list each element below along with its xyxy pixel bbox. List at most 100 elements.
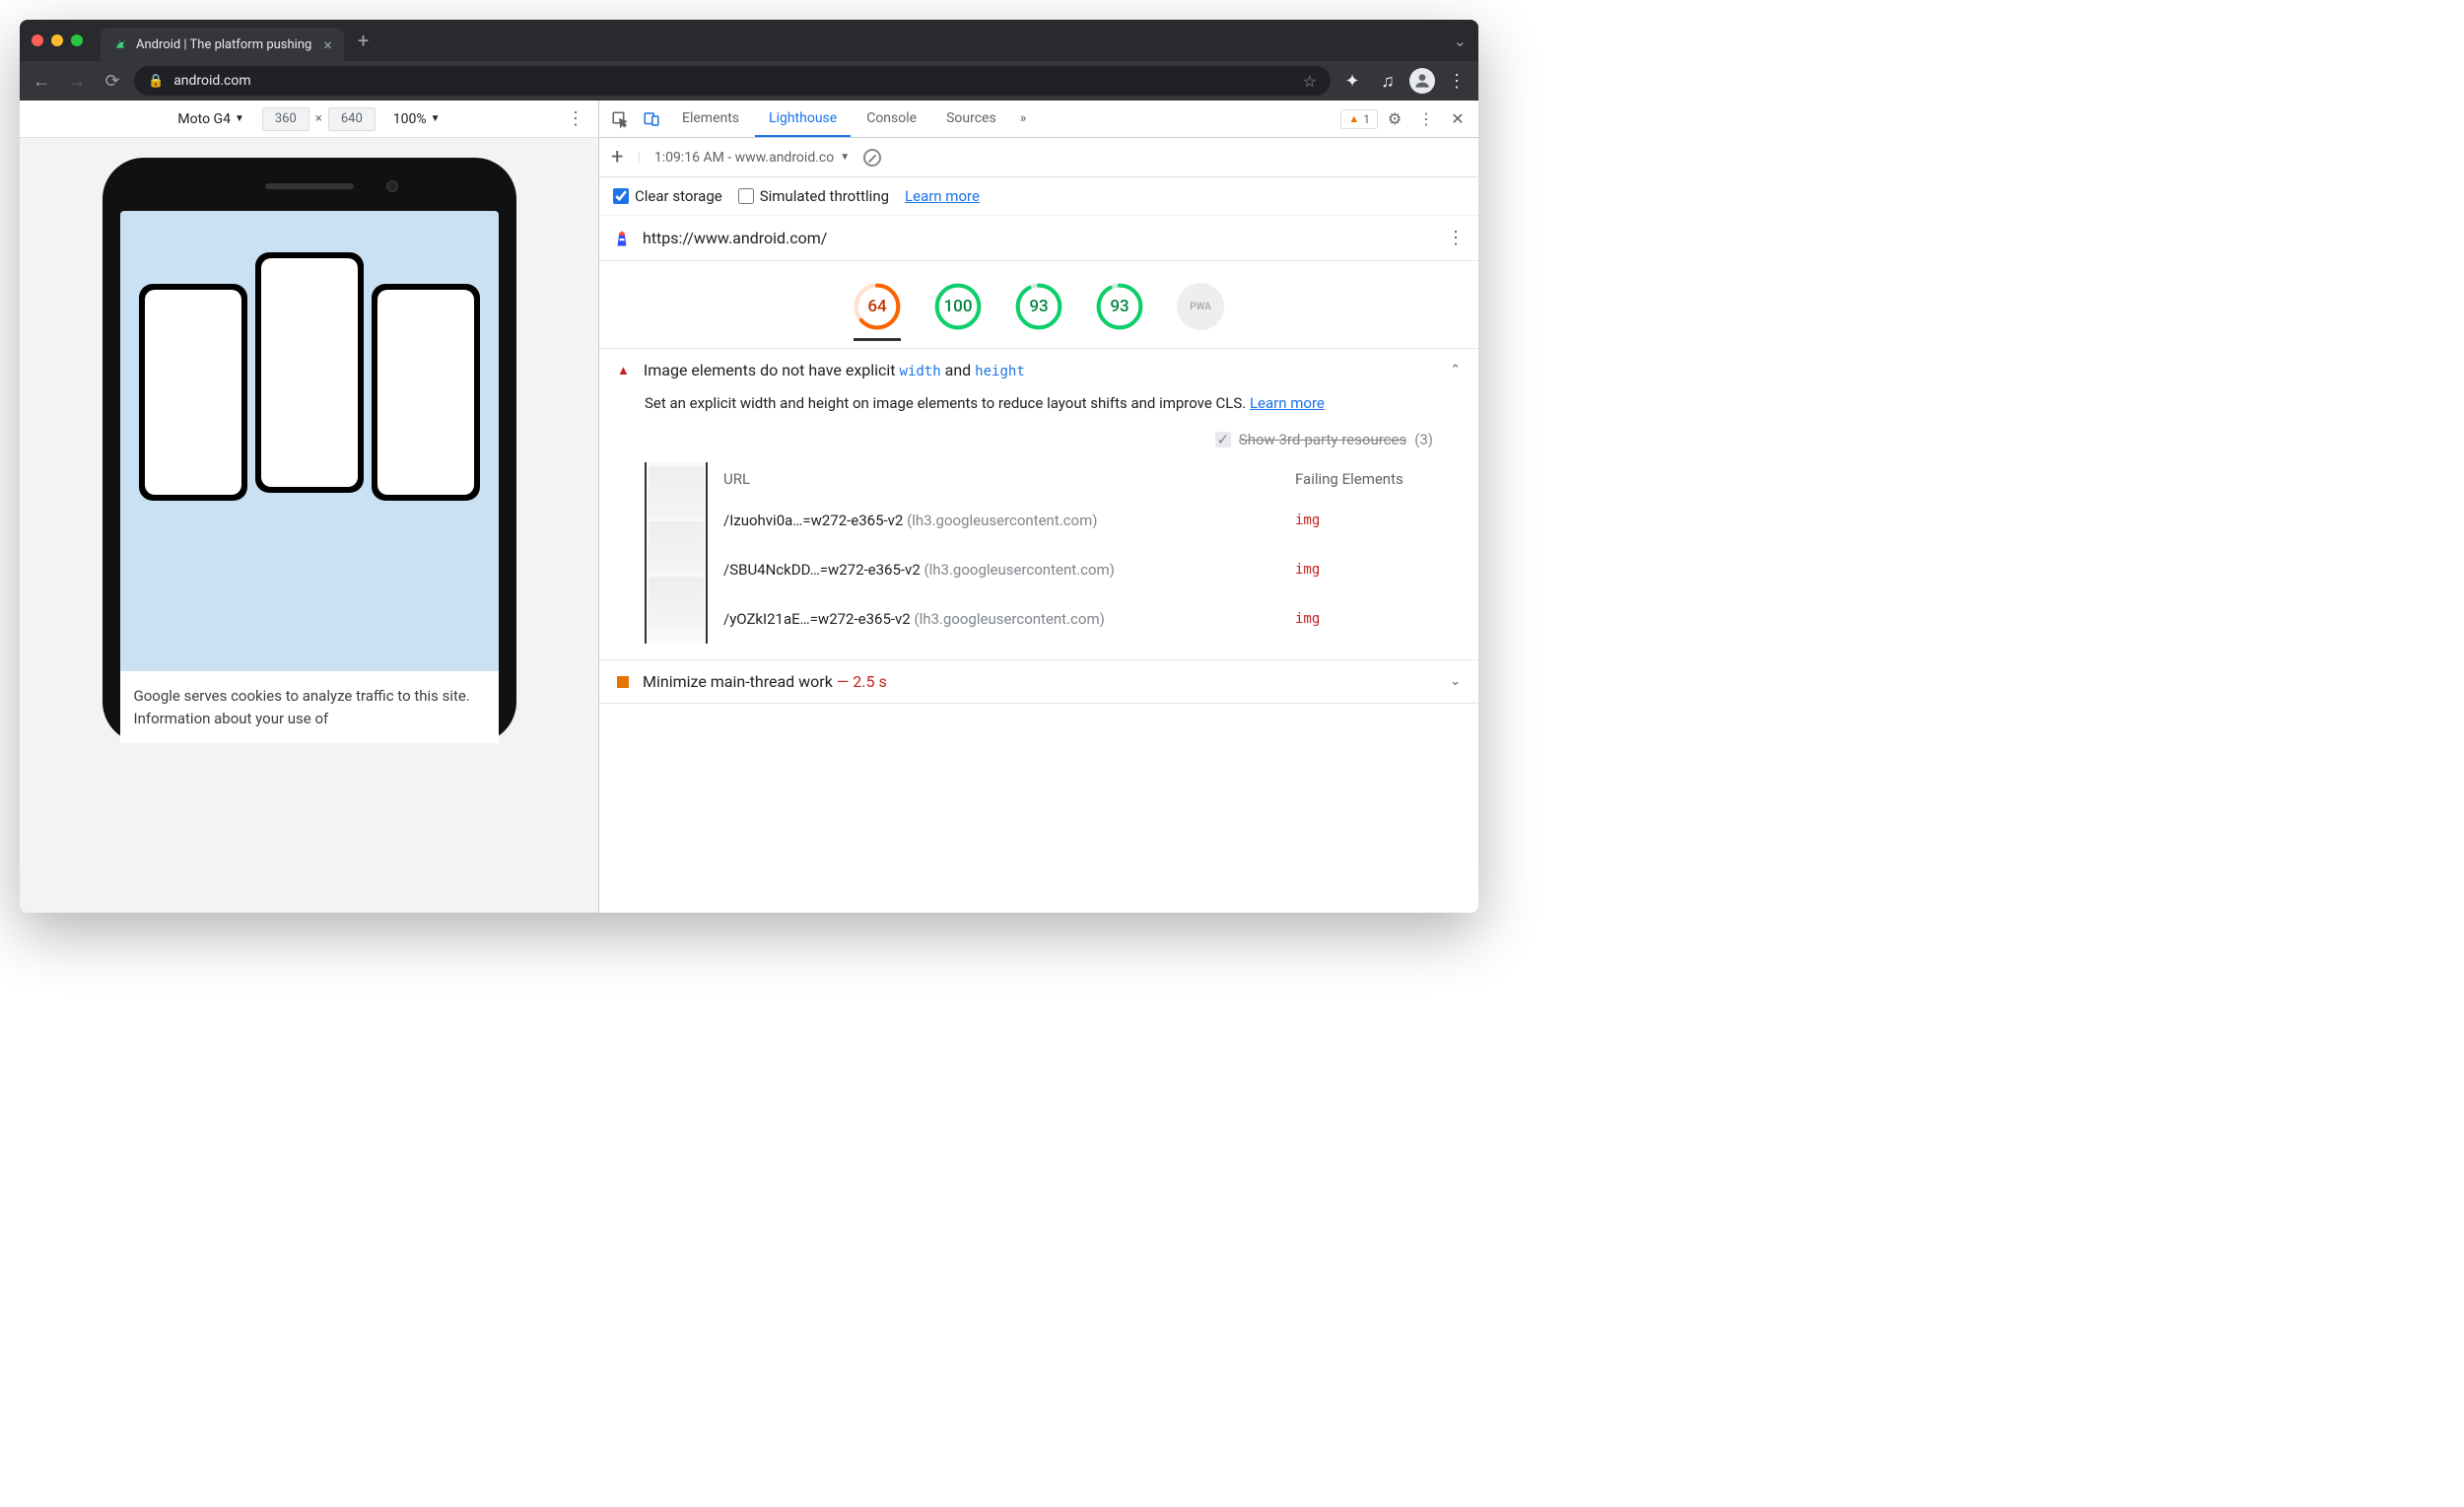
tab-lighthouse[interactable]: Lighthouse	[755, 101, 851, 137]
audit-description: Set an explicit width and height on imag…	[645, 391, 1433, 415]
score-seo[interactable]: 93	[1096, 283, 1143, 330]
tab-sources[interactable]: Sources	[932, 101, 1010, 137]
audit-header[interactable]: Minimize main-thread work — 2.5 s ⌄	[599, 660, 1478, 703]
url-display: android.com	[173, 73, 1292, 89]
dimension-separator: ×	[315, 111, 322, 126]
report-menu-button[interactable]: ⋮	[1447, 228, 1465, 248]
tab-title: Android | The platform pushing	[136, 37, 311, 52]
score-pwa[interactable]: PWA	[1177, 283, 1224, 330]
minimize-window-button[interactable]	[51, 34, 63, 46]
profile-avatar[interactable]	[1409, 68, 1435, 94]
browser-tab[interactable]: Android | The platform pushing ×	[101, 28, 344, 61]
phone-frame	[103, 158, 516, 743]
extensions-icon[interactable]: ✦	[1338, 71, 1366, 92]
lighthouse-toolbar: + | 1:09:16 AM - www.android.co ▼	[599, 138, 1478, 177]
chevron-down-icon: ⌄	[1450, 674, 1461, 689]
user-icon	[1412, 71, 1432, 91]
audit-title: Image elements do not have explicit widt…	[644, 361, 1436, 379]
simulated-throttling-checkbox[interactable]: Simulated throttling	[738, 187, 889, 205]
report-select[interactable]: 1:09:16 AM - www.android.co ▼	[654, 150, 850, 166]
titlebar: Android | The platform pushing × + ⌄	[20, 20, 1478, 61]
cookie-banner: Google serves cookies to analyze traffic…	[120, 671, 499, 743]
dropdown-icon: ▼	[840, 152, 850, 163]
chevron-down-icon[interactable]: ⌄	[1454, 32, 1467, 50]
phone-screen	[120, 211, 499, 743]
table-row: /yOZkI21aE…=w272-e365-v2 (lh3.googleuser…	[719, 594, 1433, 644]
new-report-button[interactable]: +	[611, 145, 623, 170]
close-window-button[interactable]	[32, 34, 43, 46]
warn-square-icon	[617, 676, 629, 688]
phone-speaker	[265, 183, 354, 189]
table-header: URL Failing Elements	[719, 462, 1433, 496]
learn-more-link[interactable]: Learn more	[905, 187, 980, 205]
device-toolbar: Moto G4 ▼ × 100% ▼ ⋮	[20, 101, 598, 138]
dropdown-icon: ▼	[431, 113, 441, 124]
settings-gear-icon[interactable]: ⚙	[1380, 109, 1409, 128]
mini-phone-messages	[139, 284, 247, 501]
width-input[interactable]	[262, 107, 309, 131]
new-tab-button[interactable]: +	[358, 29, 369, 52]
lighthouse-options: Clear storage Simulated throttling Learn…	[599, 177, 1478, 216]
lock-icon: 🔒	[148, 74, 164, 89]
mini-phone-maps	[255, 252, 364, 493]
thumbnail	[649, 466, 704, 519]
fail-triangle-icon: ▲	[617, 363, 630, 378]
score-performance[interactable]: 64	[854, 283, 901, 341]
window-controls	[32, 34, 83, 46]
tab-console[interactable]: Console	[853, 101, 930, 137]
device-toggle-icon[interactable]	[637, 104, 666, 134]
devtools-close-icon[interactable]: ✕	[1443, 109, 1472, 128]
audit-image-dimensions: ▲ Image elements do not have explicit wi…	[599, 349, 1478, 660]
device-select[interactable]: Moto G4 ▼	[177, 111, 243, 127]
devtools-menu-icon[interactable]: ⋮	[1411, 109, 1441, 128]
thumbnail	[649, 577, 704, 630]
height-input[interactable]	[328, 107, 376, 131]
warning-badge[interactable]: ▲ 1	[1340, 109, 1378, 129]
lighthouse-icon	[613, 230, 631, 247]
score-accessibility[interactable]: 100	[934, 283, 982, 330]
device-name: Moto G4	[177, 111, 231, 127]
browser-window: Android | The platform pushing × + ⌄ ← →…	[20, 20, 1478, 913]
forward-button[interactable]: →	[63, 67, 91, 95]
media-icon[interactable]: ♫	[1374, 71, 1402, 92]
audit-header[interactable]: ▲ Image elements do not have explicit wi…	[599, 349, 1478, 391]
zoom-value: 100%	[393, 111, 427, 127]
devtools-tabs: Elements Lighthouse Console Sources » ▲ …	[599, 101, 1478, 138]
learn-more-link[interactable]: Learn more	[1250, 394, 1325, 412]
audit-main-thread: Minimize main-thread work — 2.5 s ⌄	[599, 660, 1478, 704]
devtools-panel: Elements Lighthouse Console Sources » ▲ …	[599, 101, 1478, 913]
tab-close-button[interactable]: ×	[323, 35, 332, 54]
table-row: /Izuohvi0a…=w272-e365-v2 (lh3.googleuser…	[719, 496, 1433, 545]
reload-button[interactable]: ⟳	[99, 67, 126, 95]
lighthouse-url-row: https://www.android.com/ ⋮	[599, 216, 1478, 261]
thumbnail	[649, 521, 704, 575]
third-party-toggle[interactable]: ✓ Show 3rd-party resources (3)	[645, 421, 1433, 462]
dropdown-icon: ▼	[235, 113, 244, 124]
back-button[interactable]: ←	[28, 67, 55, 95]
clear-storage-checkbox[interactable]: Clear storage	[613, 187, 722, 205]
tab-elements[interactable]: Elements	[668, 101, 753, 137]
audited-url: https://www.android.com/	[643, 229, 1435, 247]
omnibox[interactable]: 🔒 android.com ☆	[134, 66, 1331, 96]
chevron-up-icon: ⌃	[1450, 363, 1461, 377]
dimensions: ×	[262, 107, 376, 131]
score-gauges: 64 100 93	[599, 261, 1478, 349]
bookmark-star-icon[interactable]: ☆	[1303, 72, 1317, 91]
zoom-select[interactable]: 100% ▼	[393, 111, 441, 127]
menu-dots-icon[interactable]: ⋮	[1443, 71, 1471, 92]
audit-title: Minimize main-thread work — 2.5 s	[643, 672, 1436, 691]
device-menu-button[interactable]: ⋮	[567, 108, 584, 129]
checkbox-disabled-icon: ✓	[1215, 432, 1231, 447]
thumbnail-strip	[645, 462, 708, 644]
phone-camera	[386, 180, 398, 192]
android-favicon	[112, 36, 128, 52]
warning-count: 1	[1363, 112, 1370, 126]
score-best-practices[interactable]: 93	[1015, 283, 1062, 330]
failing-url-table: URL Failing Elements /Izuohvi0a…=w272-e3…	[645, 462, 1433, 644]
mini-phone-audiobook	[372, 284, 480, 501]
maximize-window-button[interactable]	[71, 34, 83, 46]
inspect-icon[interactable]	[605, 104, 635, 134]
col-url: URL	[719, 470, 1295, 488]
clear-report-button[interactable]	[863, 149, 881, 167]
more-tabs-button[interactable]: »	[1012, 101, 1035, 137]
